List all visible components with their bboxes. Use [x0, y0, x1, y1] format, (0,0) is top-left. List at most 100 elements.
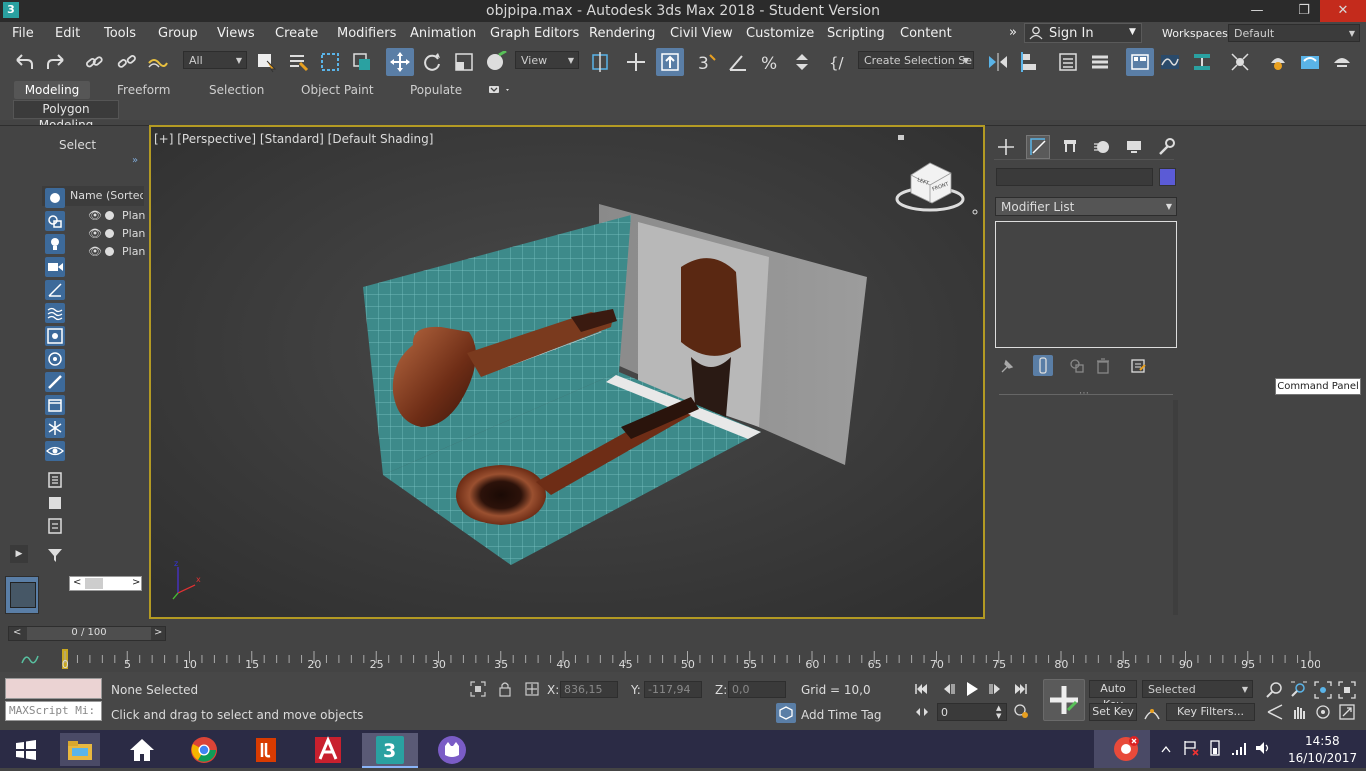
- scrollbar-thumb[interactable]: [85, 578, 103, 589]
- select-object-icon[interactable]: [254, 50, 278, 74]
- pin-stack-icon[interactable]: [998, 357, 1016, 375]
- auto-key-button[interactable]: Auto Key: [1089, 680, 1137, 711]
- freeze-dot-icon[interactable]: [105, 229, 114, 238]
- tab-freeform[interactable]: Freeform: [117, 83, 170, 99]
- go-to-end-icon[interactable]: [1010, 681, 1030, 697]
- file-explorer-icon[interactable]: [60, 733, 100, 766]
- ribbon-toggle-icon[interactable]: [1126, 48, 1154, 76]
- pivot-center-icon[interactable]: [588, 50, 612, 74]
- isolate-selection-icon[interactable]: [470, 681, 486, 697]
- create-tab-icon[interactable]: [996, 137, 1016, 157]
- autocad-icon[interactable]: [308, 733, 348, 766]
- unlink-icon[interactable]: [114, 50, 138, 74]
- next-frame-icon[interactable]: [986, 681, 1006, 697]
- render-setup-icon[interactable]: [1266, 50, 1290, 74]
- 3dsmax-taskbar-icon[interactable]: 3: [362, 733, 418, 768]
- scene-explorer-scrollbar[interactable]: < >: [69, 576, 142, 591]
- previous-frame-icon[interactable]: [938, 681, 958, 697]
- time-slider-next-icon[interactable]: >: [154, 627, 162, 638]
- mini-curve-editor-icon[interactable]: [20, 651, 40, 667]
- expand-arrow-icon[interactable]: ▶: [10, 545, 28, 563]
- modify-tab-icon[interactable]: [1026, 135, 1050, 159]
- zoom-icon[interactable]: [1266, 681, 1284, 699]
- column-header-name[interactable]: Name (Sorted A: [70, 189, 143, 202]
- named-selection-dropdown[interactable]: Create Selection Se ▼: [858, 51, 974, 69]
- bind-space-warp-icon[interactable]: [146, 50, 170, 74]
- zoom-extents-all-icon[interactable]: [1338, 681, 1356, 699]
- battery-icon[interactable]: [1206, 739, 1224, 757]
- menu-create[interactable]: Create: [275, 26, 318, 41]
- hierarchy-tab-icon[interactable]: [1060, 137, 1080, 157]
- menu-graph-editors[interactable]: Graph Editors: [490, 26, 579, 41]
- pan-hand-icon[interactable]: [1290, 703, 1308, 721]
- command-panel-scrollbar[interactable]: [1173, 400, 1178, 615]
- field-of-view-icon[interactable]: [1266, 703, 1284, 721]
- restore-button[interactable]: ❐: [1287, 0, 1321, 22]
- percent-snap-icon[interactable]: %: [758, 50, 782, 74]
- move-icon[interactable]: [386, 48, 414, 76]
- timeline-ruler[interactable]: 0 5 10 15 20 25 30 35 40 45 50 55 60 65 70 75 80 85 90 95 10…: [60, 647, 1320, 672]
- spinner-snap-icon[interactable]: [790, 50, 814, 74]
- wifi-signal-icon[interactable]: [1230, 739, 1248, 757]
- messenger-cat-icon[interactable]: [432, 733, 472, 766]
- list-item[interactable]: 👁 Plan: [70, 226, 145, 242]
- display-shapes-icon[interactable]: [45, 211, 65, 231]
- display-object-xrefs-icon[interactable]: [45, 349, 65, 369]
- snaps-toggle-icon[interactable]: 3: [694, 50, 718, 74]
- scroll-right-icon[interactable]: >: [132, 577, 140, 588]
- utilities-tab-icon[interactable]: [1156, 137, 1176, 157]
- menu-modifiers[interactable]: Modifiers: [337, 26, 396, 41]
- office-icon[interactable]: [246, 733, 286, 766]
- motion-tab-icon[interactable]: [1092, 137, 1112, 157]
- perspective-viewport[interactable]: LEFT FRONT x z: [149, 125, 985, 619]
- scene-explorer-toggle-icon[interactable]: [1056, 50, 1080, 74]
- menu-customize[interactable]: Customize: [746, 26, 814, 41]
- configure-modifier-sets-icon[interactable]: [1129, 357, 1147, 375]
- tab-populate[interactable]: Populate: [410, 83, 462, 99]
- mirror-icon[interactable]: [986, 50, 1010, 74]
- visibility-eye-icon[interactable]: 👁: [88, 245, 102, 258]
- object-name-field[interactable]: [996, 168, 1153, 186]
- menu-civil-view[interactable]: Civil View: [670, 26, 733, 41]
- invert-display-icon[interactable]: [45, 516, 65, 536]
- material-editor-icon[interactable]: [1228, 50, 1252, 74]
- start-windows-icon[interactable]: [6, 733, 46, 766]
- tab-object-paint[interactable]: Object Paint: [301, 83, 374, 99]
- undo-icon[interactable]: [12, 50, 36, 74]
- redo-icon[interactable]: [44, 50, 68, 74]
- key-mode-dropdown[interactable]: Selected ▼: [1142, 680, 1253, 698]
- menu-rendering[interactable]: Rendering: [589, 26, 655, 41]
- chrome-icon[interactable]: [184, 733, 224, 766]
- viewport-layout-button[interactable]: [5, 576, 39, 614]
- menu-group[interactable]: Group: [158, 26, 198, 41]
- time-slider[interactable]: < 0 / 100 >: [8, 626, 166, 641]
- default-in-out-tangents-icon[interactable]: [1143, 703, 1161, 721]
- menu-content[interactable]: Content: [900, 26, 952, 41]
- display-geometry-icon[interactable]: [45, 188, 65, 208]
- tab-modeling[interactable]: Modeling: [14, 81, 90, 99]
- render-production-icon[interactable]: [1330, 50, 1354, 74]
- tab-selection[interactable]: Selection: [209, 83, 264, 99]
- menu-file[interactable]: File: [12, 26, 34, 41]
- sign-in-button[interactable]: Sign In ▼: [1024, 23, 1142, 43]
- key-mode-toggle-icon[interactable]: [914, 704, 930, 720]
- display-space-warps-icon[interactable]: [45, 303, 65, 323]
- display-groups-icon[interactable]: [45, 326, 65, 346]
- rotate-icon[interactable]: [420, 50, 444, 74]
- time-configuration-icon[interactable]: [1013, 703, 1029, 719]
- display-cameras-icon[interactable]: [45, 257, 65, 277]
- rollout-grip-icon[interactable]: ⋯: [1079, 388, 1089, 399]
- show-end-result-icon[interactable]: [1033, 355, 1053, 376]
- display-tab-icon[interactable]: [1124, 137, 1144, 157]
- network-flag-icon[interactable]: [1182, 739, 1200, 757]
- manipulate-icon[interactable]: [624, 50, 648, 74]
- selection-filter-dropdown[interactable]: All ▼: [183, 51, 247, 69]
- select-by-name-icon[interactable]: [286, 50, 310, 74]
- menu-edit[interactable]: Edit: [55, 26, 80, 41]
- display-helpers-icon[interactable]: [45, 280, 65, 300]
- polygon-modeling-panel[interactable]: Polygon Modeling: [13, 100, 119, 132]
- frame-spinner-icon[interactable]: ▲ ▼: [996, 704, 1001, 720]
- keyboard-shortcut-override-icon[interactable]: [656, 48, 684, 76]
- edit-named-selection-icon[interactable]: {/: [826, 50, 850, 74]
- display-hidden-icon[interactable]: [45, 441, 65, 461]
